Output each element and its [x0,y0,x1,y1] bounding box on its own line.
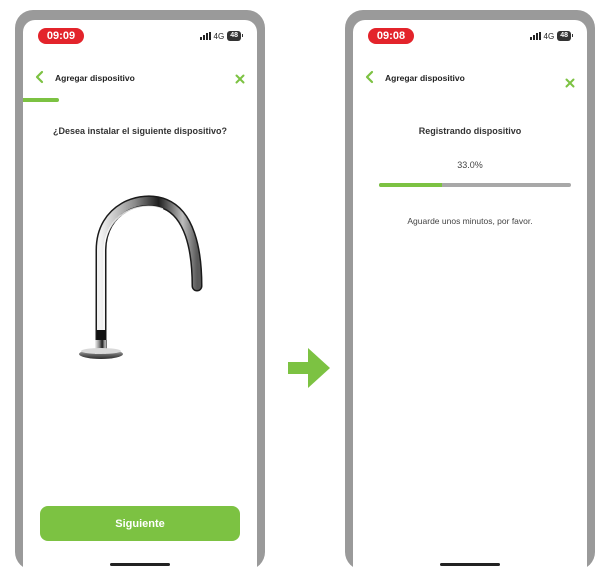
app-header: Agregar dispositivo [353,66,587,90]
phone-frame-left: 09:09 4G 48 Agregar dispositivo ¿Desea i… [15,10,265,570]
status-bar: 09:09 4G 48 [23,20,257,56]
signal-icon [529,32,541,40]
step-indicator [23,98,59,102]
app-header: Agregar dispositivo [23,66,257,90]
wait-message: Aguarde unos minutos, por favor. [407,216,533,226]
progress-bar [379,183,571,187]
signal-icon [199,32,211,40]
status-bar: 09:08 4G 48 [353,20,587,56]
status-time: 09:09 [38,28,84,44]
progress-bar-fill [379,183,443,187]
header-title: Agregar dispositivo [55,73,135,83]
close-icon[interactable] [565,78,575,88]
header-title: Agregar dispositivo [385,73,465,83]
home-indicator[interactable] [110,563,170,566]
battery-icon: 48 [227,31,243,41]
chevron-left-icon[interactable] [33,70,47,84]
battery-icon: 48 [557,31,573,41]
screen-registering-device: 09:08 4G 48 Agregar dispositivo Registra… [353,20,587,570]
status-time: 09:08 [368,28,414,44]
next-button[interactable]: Siguiente [40,506,240,541]
faucet-image [79,195,203,359]
chevron-left-icon[interactable] [363,70,377,84]
home-indicator[interactable] [440,563,500,566]
progress-percent: 33.0% [457,160,483,170]
network-label: 4G [543,31,555,41]
status-indicators: 4G 48 [529,31,573,41]
screen-add-device-confirm: 09:09 4G 48 Agregar dispositivo ¿Desea i… [23,20,257,570]
install-question: ¿Desea instalar el siguiente dispositivo… [52,126,228,136]
arrow-right-icon [288,348,330,388]
phone-frame-right: 09:08 4G 48 Agregar dispositivo Registra… [345,10,595,570]
status-indicators: 4G 48 [199,31,243,41]
network-label: 4G [213,31,225,41]
close-icon[interactable] [235,74,245,84]
registering-title: Registrando dispositivo [418,126,522,136]
